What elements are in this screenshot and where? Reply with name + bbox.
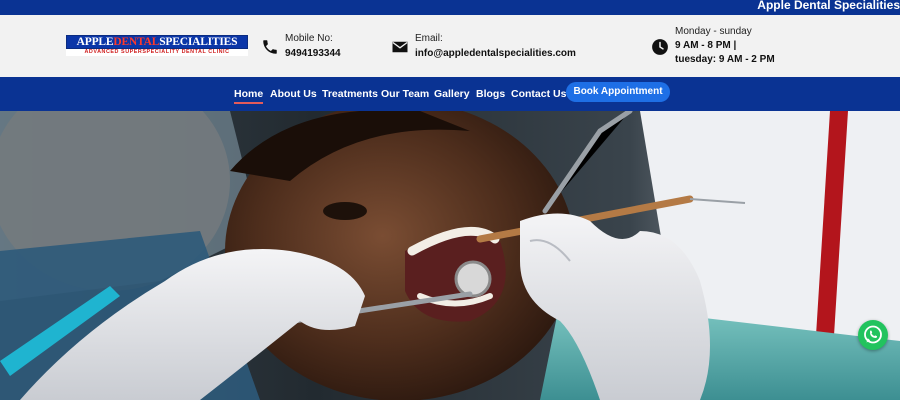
header: APPLEDENTALSPECIALITIES ADVANCED SUPERSP…	[0, 15, 900, 77]
hours-label: Monday - sunday	[675, 26, 752, 37]
phone-contact: Mobile No: 9494193344	[261, 33, 371, 63]
top-bar: Apple Dental Specialities	[0, 0, 900, 15]
phone-label: Mobile No:	[285, 33, 333, 44]
phone-number[interactable]: 9494193344	[285, 48, 341, 59]
site-logo[interactable]: APPLEDENTALSPECIALITIES ADVANCED SUPERSP…	[66, 35, 248, 57]
whatsapp-chat-button[interactable]	[858, 320, 888, 350]
email-label: Email:	[415, 33, 443, 44]
nav-about-us[interactable]: About Us	[270, 88, 317, 100]
hours-weekly: 9 AM - 8 PM |	[675, 40, 737, 51]
phone-icon	[263, 40, 277, 54]
whatsapp-icon	[864, 325, 882, 344]
nav-home[interactable]: Home	[234, 88, 264, 104]
hours-tuesday: tuesday: 9 AM - 2 PM	[675, 54, 775, 65]
envelope-icon	[392, 41, 408, 53]
main-nav: Home About Us Treatments Our Team Galler…	[0, 77, 900, 111]
nav-contact-us[interactable]: Contact Us	[511, 88, 566, 100]
email-contact: Email: info@appledentalspecialities.com	[391, 33, 591, 63]
nav-blogs[interactable]: Blogs	[476, 88, 505, 100]
dental-patient-photo	[0, 111, 900, 400]
nav-our-team[interactable]: Our Team	[381, 88, 429, 100]
book-appointment-button[interactable]: Book Appointment	[566, 82, 670, 102]
logo-tagline: ADVANCED SUPERSPECIALITY DENTAL CLINIC	[66, 49, 248, 56]
top-bar-title: Apple Dental Specialities	[757, 0, 900, 12]
clock-icon	[652, 39, 668, 55]
nav-gallery[interactable]: Gallery	[434, 88, 470, 100]
hero-banner	[0, 111, 900, 400]
logo-wordmark: APPLEDENTALSPECIALITIES	[66, 35, 248, 49]
nav-treatments[interactable]: Treatments	[322, 88, 378, 100]
email-address[interactable]: info@appledentalspecialities.com	[415, 48, 576, 59]
hours-contact: Monday - sunday 9 AM - 8 PM | tuesday: 9…	[651, 25, 851, 71]
